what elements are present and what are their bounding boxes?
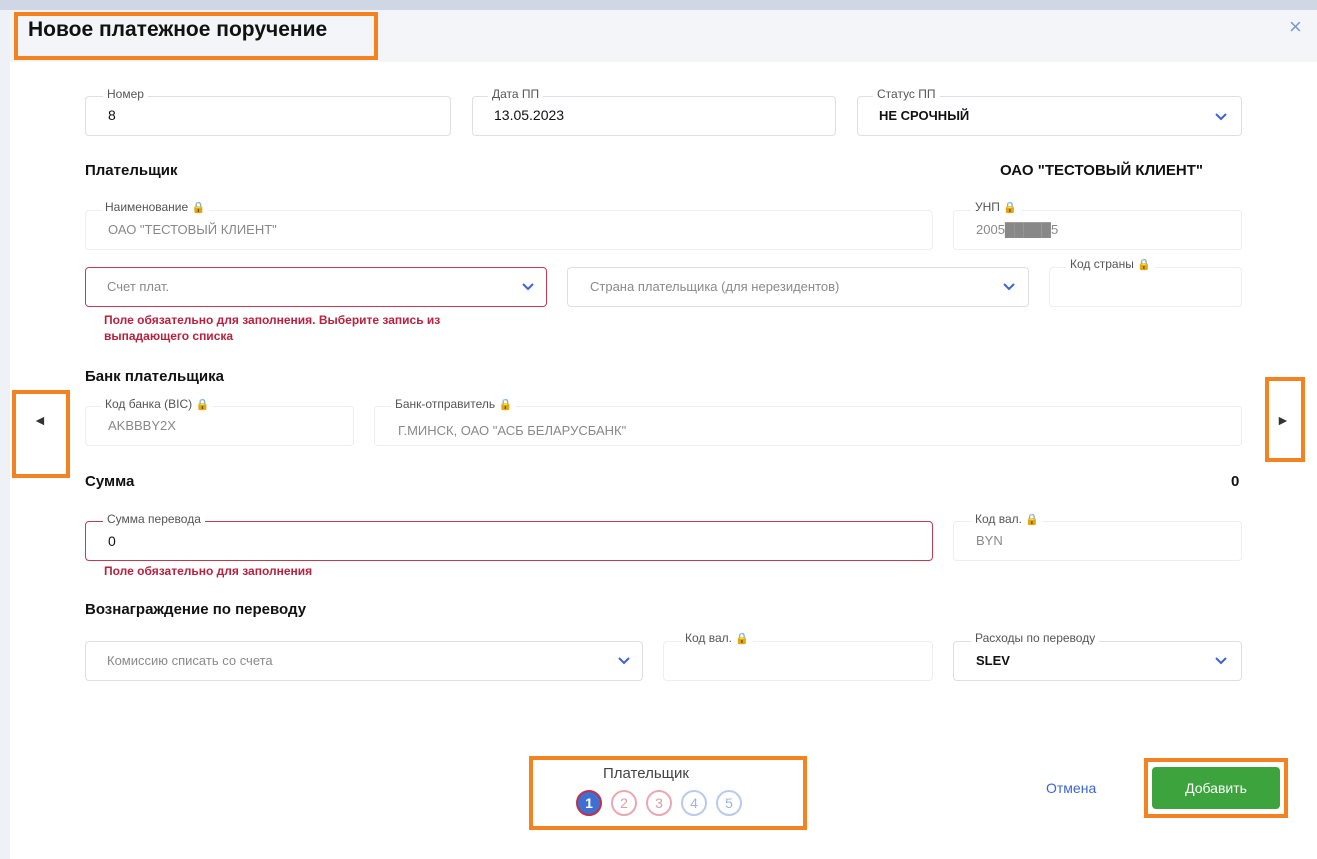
status-value: НЕ СРОЧНЫЙ	[879, 108, 970, 123]
chevron-down-icon[interactable]	[1001, 279, 1017, 295]
date-label: Дата ПП	[488, 87, 544, 101]
transfer-amount-field[interactable]	[85, 521, 933, 561]
prev-arrow-icon[interactable]: ◄	[33, 412, 47, 428]
lock-icon: 🔒	[735, 633, 750, 645]
unp-label: УНП 🔒	[971, 200, 1021, 214]
payer-name-label: Наименование 🔒	[101, 200, 210, 214]
status-label: Статус ПП	[873, 87, 940, 101]
lock-icon: 🔒	[191, 202, 206, 214]
fee-currency-label: Код вал. 🔒	[681, 631, 754, 645]
chevron-down-icon[interactable]	[520, 279, 536, 295]
stepper-current-label: Плательщик	[603, 765, 689, 782]
amount-currency-label: Код вал. 🔒	[971, 512, 1044, 526]
payer-account-error: Поле обязательно для заполнения. Выберит…	[104, 313, 441, 343]
lock-icon: 🔒	[195, 399, 210, 411]
step-3[interactable]: 3	[646, 790, 672, 816]
number-label: Номер	[103, 87, 148, 101]
step-4[interactable]: 4	[681, 790, 707, 816]
window-left-strip	[0, 10, 10, 859]
chevron-down-icon[interactable]	[616, 653, 632, 669]
amount-currency-value: BYN	[976, 533, 1003, 548]
fee-account-placeholder: Комиссию списать со счета	[107, 653, 273, 668]
lock-icon: 🔒	[1137, 259, 1151, 271]
lock-icon: 🔒	[1025, 514, 1040, 526]
bic-value: AKBBBY2X	[108, 418, 176, 433]
unp-value: 2005█████5	[976, 222, 1059, 237]
window-top-strip	[0, 0, 1317, 10]
close-icon[interactable]: ×	[1289, 16, 1302, 38]
payer-section-title: Плательщик	[85, 162, 178, 179]
add-button[interactable]: Добавить	[1152, 767, 1280, 809]
cancel-button[interactable]: Отмена	[1046, 780, 1096, 796]
bic-label: Код банка (BIC) 🔒	[101, 397, 214, 411]
next-arrow-icon[interactable]: ►	[1276, 412, 1290, 428]
sender-bank-label: Банк-отправитель 🔒	[391, 397, 517, 411]
step-5[interactable]: 5	[716, 790, 742, 816]
date-value: 13.05.2023	[494, 107, 565, 123]
transfer-amount-label: Сумма перевода	[103, 512, 205, 526]
number-field[interactable]	[85, 96, 451, 136]
chevron-down-icon[interactable]	[1213, 109, 1229, 125]
lock-icon: 🔒	[1003, 202, 1017, 214]
country-code-label: Код страны 🔒	[1066, 257, 1155, 271]
prev-arrow-highlight	[12, 390, 70, 478]
lock-icon: 🔒	[498, 399, 513, 411]
payer-bank-section-title: Банк плательщика	[85, 368, 224, 385]
transfer-amount-error: Поле обязательно для заполнения	[104, 564, 313, 578]
transfer-amount-value: 0	[108, 533, 116, 549]
title-highlight-frame	[14, 12, 378, 60]
fee-currency-field	[663, 641, 933, 681]
chevron-down-icon[interactable]	[1213, 653, 1229, 669]
transfer-expenses-value: SLEV	[976, 653, 1010, 668]
step-1[interactable]: 1	[576, 790, 602, 816]
transfer-expenses-label: Расходы по переводу	[971, 631, 1100, 645]
payer-name-value: ОАО "ТЕСТОВЫЙ КЛИЕНТ"	[108, 222, 277, 237]
step-2[interactable]: 2	[611, 790, 637, 816]
payer-country-placeholder: Страна плательщика (для нерезидентов)	[590, 279, 840, 294]
payer-name-summary: ОАО "ТЕСТОВЫЙ КЛИЕНТ"	[1000, 162, 1203, 179]
number-value: 8	[108, 107, 116, 123]
sender-bank-value: Г.МИНСК, ОАО "АСБ БЕЛАРУСБАНК"	[398, 423, 627, 438]
fee-section-title: Вознаграждение по переводу	[85, 601, 307, 618]
amount-section-title: Сумма	[85, 473, 135, 490]
country-code-field	[1049, 267, 1242, 307]
payer-account-placeholder: Счет плат.	[107, 279, 170, 294]
amount-total: 0	[1231, 473, 1240, 490]
